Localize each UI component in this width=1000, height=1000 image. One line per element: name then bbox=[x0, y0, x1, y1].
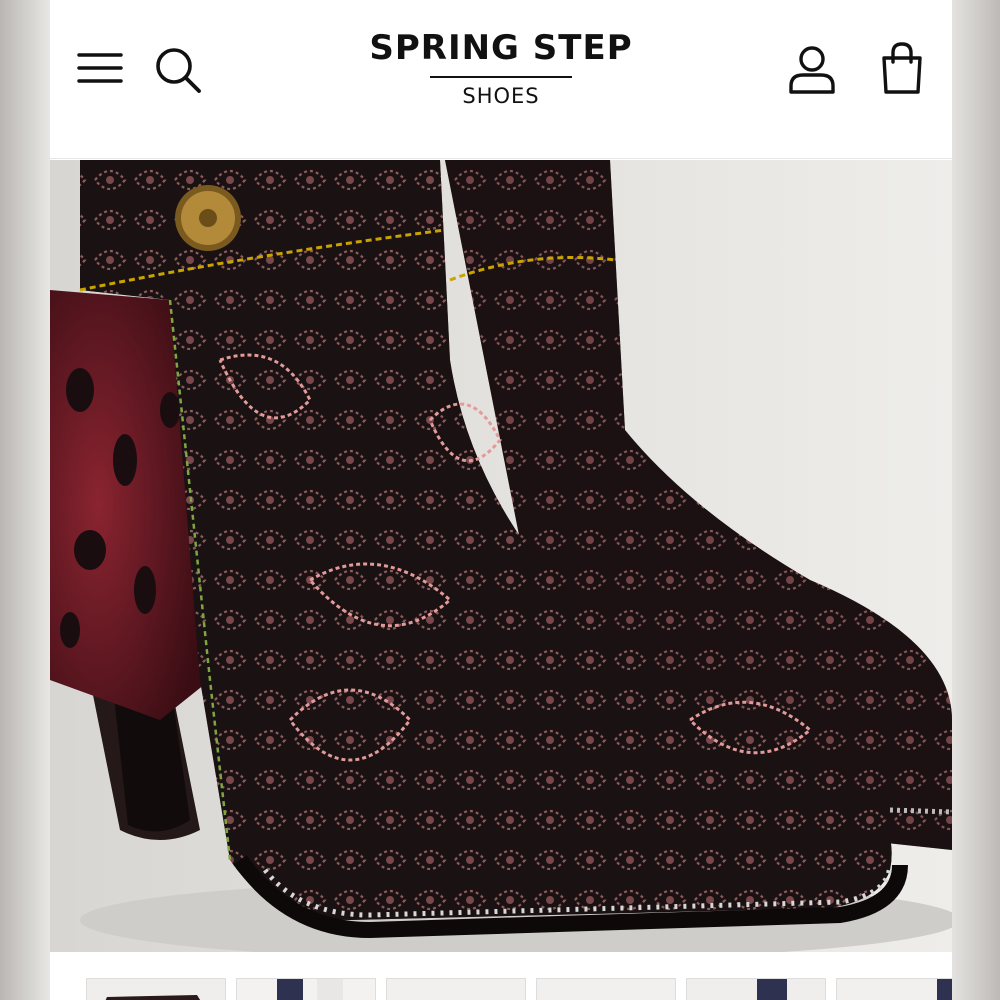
account-button[interactable] bbox=[784, 42, 840, 98]
boot-thumbnail bbox=[387, 979, 525, 1000]
boot-thumbnail bbox=[87, 979, 225, 1000]
cart-button[interactable] bbox=[876, 40, 928, 96]
thumbnail-1[interactable] bbox=[86, 978, 226, 1000]
user-icon bbox=[789, 46, 835, 94]
site-header: SPRING STEP SHOES bbox=[50, 0, 952, 159]
boot-photo bbox=[50, 160, 952, 952]
thumbnail-strip bbox=[50, 958, 952, 1000]
thumbnail-3[interactable] bbox=[386, 978, 526, 1000]
thumbnail-2[interactable] bbox=[236, 978, 376, 1000]
brand-divider bbox=[430, 76, 572, 78]
boot-thumbnail bbox=[837, 979, 952, 1000]
boot-thumbnail bbox=[687, 979, 825, 1000]
thumbnail-4[interactable] bbox=[536, 978, 676, 1000]
boot-thumbnail bbox=[237, 979, 375, 1000]
shopping-bag-icon bbox=[882, 42, 922, 94]
thumbnail-6[interactable] bbox=[836, 978, 952, 1000]
thumbnail-5[interactable] bbox=[686, 978, 826, 1000]
boot-thumbnail bbox=[537, 979, 675, 1000]
product-page: SPRING STEP SHOES bbox=[50, 0, 952, 1000]
product-image[interactable] bbox=[50, 160, 952, 952]
